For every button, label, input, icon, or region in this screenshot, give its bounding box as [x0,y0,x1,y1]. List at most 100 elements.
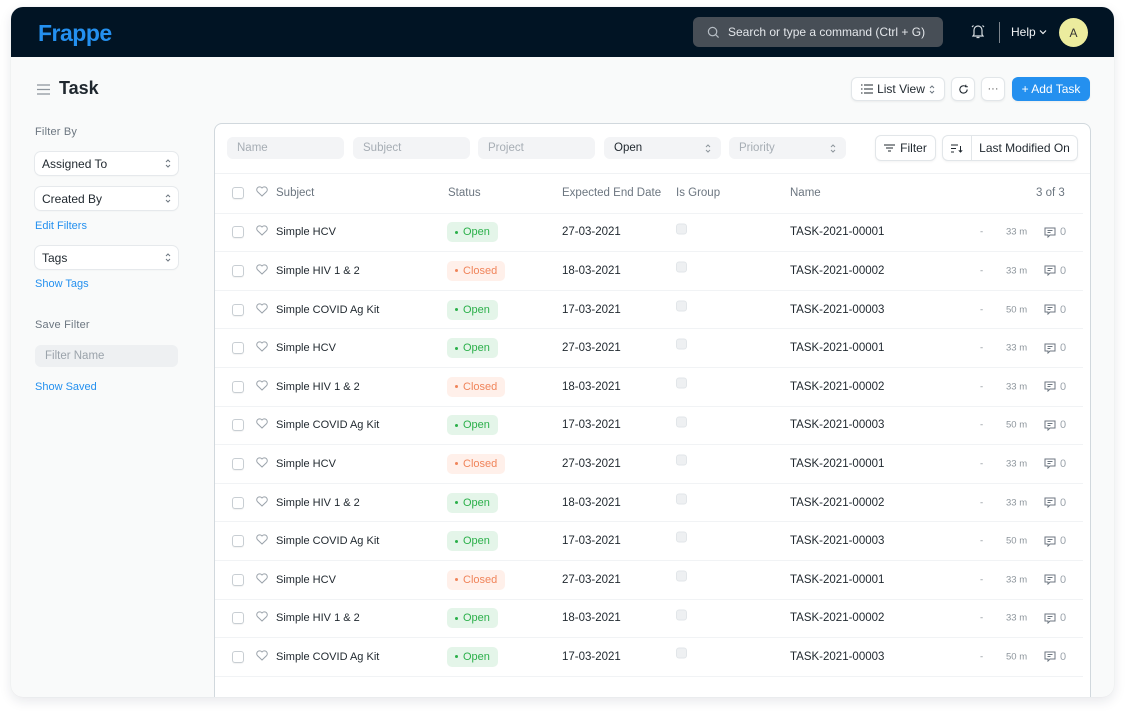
filter-button[interactable]: Filter [875,135,936,161]
row-comment-count[interactable]: 0 [1044,226,1066,238]
created-by-select[interactable]: Created By [35,187,178,210]
row-checkbox[interactable] [232,303,244,316]
row-checkbox[interactable] [232,419,244,432]
row-subject-link[interactable]: Simple COVID Ag Kit [276,651,379,663]
row-comment-count[interactable]: 0 [1044,419,1066,431]
name-filter-input[interactable]: Name [227,137,344,159]
row-subject-link[interactable]: Simple COVID Ag Kit [276,535,379,547]
heart-icon [256,418,268,430]
like-button[interactable] [256,264,268,278]
status-filter-select[interactable]: Open [604,137,721,159]
sort-direction-button[interactable] [943,136,972,160]
add-task-button[interactable]: + Add Task [1012,77,1090,101]
row-comment-count[interactable]: 0 [1044,381,1066,393]
row-assigned: - [980,535,984,547]
table-row[interactable]: Simple HIV 1 & 2 Open 18-03-2021 TASK-20… [215,598,1083,638]
row-subject-link[interactable]: Simple HIV 1 & 2 [276,265,360,277]
table-row[interactable]: Simple HIV 1 & 2 Closed 18-03-2021 TASK-… [215,251,1083,290]
help-dropdown[interactable]: Help [1011,25,1047,39]
heart-icon [256,186,268,197]
row-comment-count[interactable]: 0 [1044,458,1066,470]
like-button[interactable] [256,341,268,355]
like-button[interactable] [256,611,268,625]
row-checkbox[interactable] [232,612,244,625]
list-view-switcher[interactable]: List View [851,77,945,101]
row-comment-count[interactable]: 0 [1044,574,1066,586]
row-modified-time: 33 m [1006,265,1028,277]
row-name: TASK-2021-00003 [790,303,885,316]
row-subject-link[interactable]: Simple COVID Ag Kit [276,419,379,431]
status-badge: Closed [447,453,506,474]
row-checkbox[interactable] [232,457,244,470]
show-saved-link[interactable]: Show Saved [35,381,97,393]
row-checkbox[interactable] [232,264,244,277]
row-subject-link[interactable]: Simple HCV [276,574,336,586]
row-checkbox[interactable] [232,496,244,509]
row-comment-count[interactable]: 0 [1044,612,1066,624]
edit-filters-link[interactable]: Edit Filters [35,220,87,232]
row-checkbox[interactable] [232,650,244,663]
row-subject-link[interactable]: Simple HIV 1 & 2 [276,612,360,624]
row-comment-count[interactable]: 0 [1044,651,1066,663]
notifications-button[interactable] [970,23,986,43]
status-dot [455,539,458,543]
row-comment-count[interactable]: 0 [1044,265,1066,277]
like-button[interactable] [256,225,268,239]
row-checkbox[interactable] [232,535,244,548]
like-button[interactable] [256,418,268,432]
row-comment-count[interactable]: 0 [1044,304,1066,316]
row-comment-count[interactable]: 0 [1044,342,1066,354]
row-subject-link[interactable]: Simple HIV 1 & 2 [276,381,360,393]
show-tags-link[interactable]: Show Tags [35,278,89,290]
table-row[interactable]: Simple HCV Closed 27-03-2021 TASK-2021-0… [215,444,1083,483]
row-subject-link[interactable]: Simple HIV 1 & 2 [276,497,360,509]
row-checkbox[interactable] [232,342,244,355]
row-subject-link[interactable]: Simple HCV [276,342,336,354]
like-button[interactable] [256,534,268,548]
table-row[interactable]: Simple HCV Open 27-03-2021 TASK-2021-000… [215,212,1083,252]
row-modified-time: 33 m [1006,458,1028,470]
awesomebar-search-input[interactable]: Search or type a command (Ctrl + G) [693,17,943,47]
table-row[interactable]: Simple COVID Ag Kit Open 17-03-2021 TASK… [215,405,1083,445]
sidebar-toggle-button[interactable] [37,84,50,98]
more-actions-button[interactable]: ··· [981,77,1005,101]
like-button[interactable] [256,457,268,471]
row-checkbox[interactable] [232,573,244,586]
filter-name-input[interactable]: Filter Name [35,345,178,367]
refresh-button[interactable] [951,77,975,101]
like-button[interactable] [256,380,268,394]
project-filter-input[interactable]: Project [478,137,595,159]
table-row[interactable]: Simple COVID Ag Kit Open 17-03-2021 TASK… [215,637,1083,676]
table-row[interactable]: Simple HIV 1 & 2 Open 18-03-2021 TASK-20… [215,482,1083,522]
comment-icon [1044,265,1056,277]
like-button[interactable] [256,495,268,510]
row-checkbox[interactable] [232,226,244,239]
priority-filter-select[interactable]: Priority [729,137,846,159]
select-all-checkbox[interactable] [232,187,244,200]
status-text: Open [463,419,490,432]
row-checkbox[interactable] [232,380,244,393]
row-subject-link[interactable]: Simple HCV [276,458,336,470]
like-button[interactable] [256,573,268,587]
like-button[interactable] [256,302,268,317]
row-comment-count[interactable]: 0 [1044,497,1066,509]
table-row[interactable]: Simple HCV Open 27-03-2021 TASK-2021-000… [215,328,1083,367]
assigned-to-select[interactable]: Assigned To [35,152,178,175]
table-row[interactable]: Simple HIV 1 & 2 Closed 18-03-2021 TASK-… [215,367,1083,406]
like-button[interactable] [256,650,268,664]
status-dot [455,385,458,389]
row-name: TASK-2021-00001 [790,457,885,470]
table-row[interactable]: Simple COVID Ag Kit Open 17-03-2021 TASK… [215,289,1083,329]
sort-by-button[interactable]: Last Modified On [972,141,1077,155]
user-avatar[interactable]: A [1059,18,1088,47]
row-comment-count[interactable]: 0 [1044,535,1066,547]
tags-select[interactable]: Tags [35,246,178,269]
frappe-logo[interactable]: Frappe [38,20,112,47]
row-subject-link[interactable]: Simple COVID Ag Kit [276,304,379,316]
table-row[interactable]: Simple COVID Ag Kit Open 17-03-2021 TASK… [215,521,1083,560]
status-badge: Open [447,492,498,513]
row-subject-link[interactable]: Simple HCV [276,226,336,238]
subject-filter-input[interactable]: Subject [353,137,470,159]
header-like-button[interactable] [256,186,268,200]
table-row[interactable]: Simple HCV Closed 27-03-2021 TASK-2021-0… [215,560,1083,599]
